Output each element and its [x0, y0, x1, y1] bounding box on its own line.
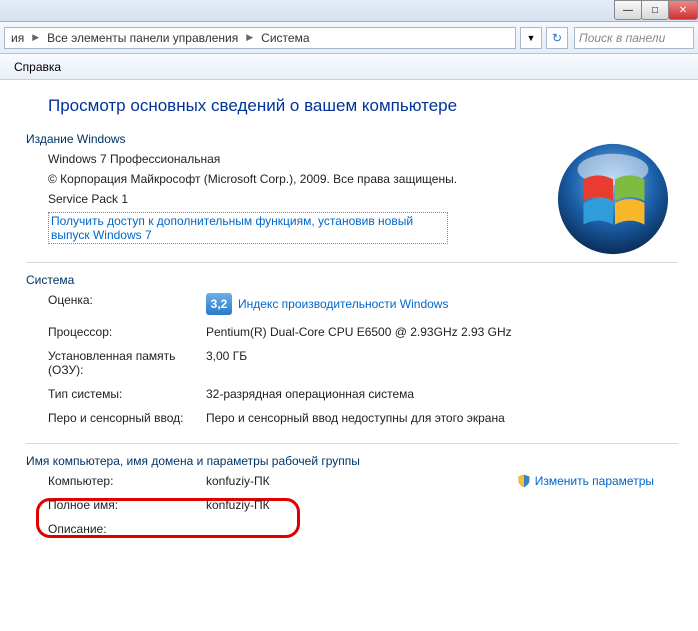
chevron-right-icon: ▶ — [30, 32, 41, 43]
section-system-title: Система — [26, 273, 678, 287]
divider — [26, 262, 678, 263]
close-button[interactable]: ✕ — [668, 0, 698, 20]
menu-help[interactable]: Справка — [6, 56, 69, 78]
menu-bar: Справка — [0, 54, 698, 80]
system-type-value: 32-разрядная операционная система — [206, 387, 678, 401]
performance-index-link[interactable]: Индекс производительности Windows — [238, 297, 448, 311]
pen-touch-label: Перо и сенсорный ввод: — [48, 411, 198, 425]
pen-touch-value: Перо и сенсорный ввод недоступны для это… — [206, 411, 678, 425]
rating-label: Оценка: — [48, 293, 198, 307]
window-titlebar: — □ ✕ — [0, 0, 698, 22]
chevron-right-icon: ▶ — [244, 32, 255, 43]
full-name-label: Полное имя: — [48, 498, 198, 512]
domain-info-grid: Компьютер: konfuziy-ПК Изменить параметр… — [48, 474, 678, 536]
minimize-button[interactable]: — — [614, 0, 642, 20]
page-title: Просмотр основных сведений о вашем компь… — [48, 96, 678, 116]
refresh-button[interactable]: ↻ — [546, 27, 568, 49]
chevron-down-icon: ▼ — [527, 33, 536, 43]
maximize-button[interactable]: □ — [641, 0, 669, 20]
breadcrumb[interactable]: ия ▶ Все элементы панели управления ▶ Си… — [4, 27, 516, 49]
breadcrumb-item[interactable]: ия — [5, 31, 30, 45]
breadcrumb-item[interactable]: Система — [255, 31, 315, 45]
rating-badge: 3,2 — [206, 293, 232, 315]
cpu-label: Процессор: — [48, 325, 198, 339]
cpu-value: Pentium(R) Dual-Core CPU E6500 @ 2.93GHz… — [206, 325, 678, 339]
ram-label: Установленная память (ОЗУ): — [48, 349, 198, 377]
system-info-grid: Оценка: 3,2 Индекс производительности Wi… — [48, 293, 678, 425]
content-pane: Просмотр основных сведений о вашем компь… — [0, 80, 698, 552]
section-domain-title: Имя компьютера, имя домена и параметры р… — [26, 454, 678, 468]
ram-value: 3,00 ГБ — [206, 349, 678, 363]
shield-icon — [517, 474, 531, 488]
upgrade-link[interactable]: Получить доступ к дополнительным функция… — [51, 214, 413, 242]
refresh-icon: ↻ — [552, 31, 562, 45]
full-name-value: konfuziy-ПК — [206, 498, 678, 512]
system-type-label: Тип системы: — [48, 387, 198, 401]
divider — [26, 443, 678, 444]
computer-name-label: Компьютер: — [48, 474, 198, 488]
computer-name-value: konfuziy-ПК — [206, 474, 270, 488]
breadcrumb-item[interactable]: Все элементы панели управления — [41, 31, 244, 45]
search-input[interactable]: Поиск в панели — [574, 27, 694, 49]
description-label: Описание: — [48, 522, 198, 536]
windows-logo-icon — [554, 140, 672, 258]
change-settings-link[interactable]: Изменить параметры — [535, 474, 654, 488]
dropdown-button[interactable]: ▼ — [520, 27, 542, 49]
address-bar: ия ▶ Все элементы панели управления ▶ Си… — [0, 22, 698, 54]
